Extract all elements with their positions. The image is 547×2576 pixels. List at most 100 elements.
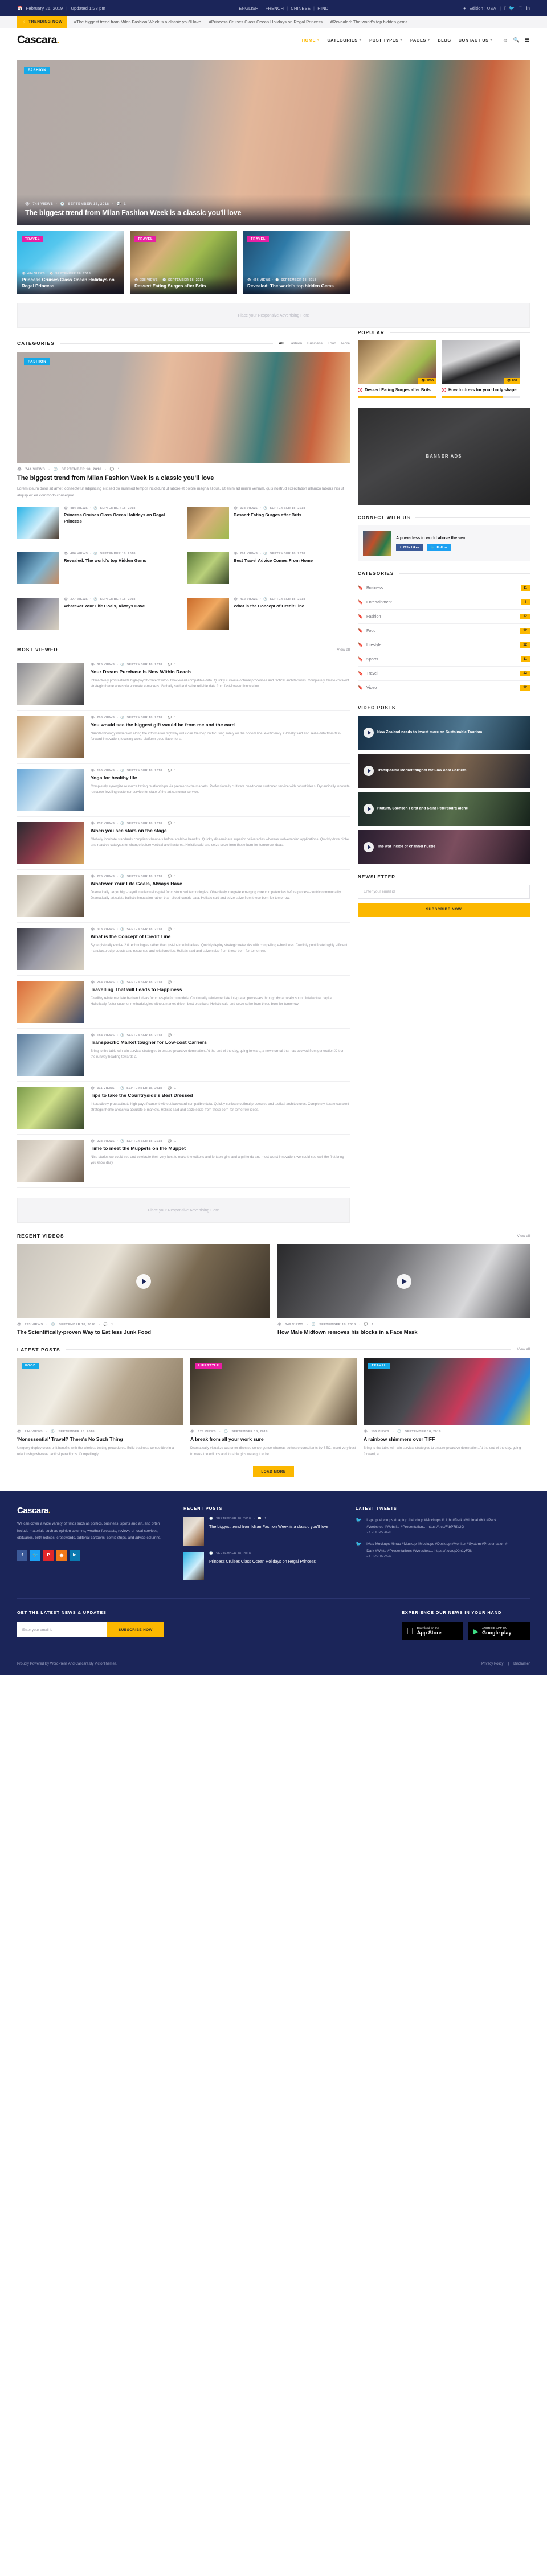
item-title[interactable]: Yoga for healthy life (91, 775, 350, 781)
list-item[interactable]: 👁 484 VIEWS · 🕑 SEPTEMBER 18, 2018 Princess … (17, 507, 180, 539)
view-all-link[interactable]: View all (337, 648, 350, 652)
category-row[interactable]: 🔖 Food 12 (358, 624, 530, 638)
footer-post[interactable]: 🕑 SEPTEMBER 18, 2018 Princess Cruises Cla… (183, 1552, 336, 1581)
most-viewed-item[interactable]: 👁 196 VIEWS · 🕑 SEPTEMBER 18, 2018 · 💬 1 Yoga fo… (17, 764, 350, 817)
video-title[interactable]: The Scientifically-proven Way to Eat les… (17, 1329, 270, 1336)
category-row[interactable]: 🔖 Business 11 (358, 581, 530, 595)
hero-card[interactable]: TRAVEL 👁 466 VIEWS · 🕑 SEPTEMBER 18, 201… (243, 231, 350, 294)
lang-french[interactable]: FRENCH (266, 6, 284, 11)
card-title[interactable]: Dessert Eating Surges after Brits (134, 284, 232, 289)
category-row[interactable]: 🔖 Entertainment 8 (358, 595, 530, 610)
user-icon[interactable]: ☺ (503, 38, 508, 43)
hero-title[interactable]: The biggest trend from Milan Fashion Wee… (25, 209, 522, 218)
hero-featured-post[interactable]: FASHION 👁 744 VIEWS · 🕑 SEPTEMBER 18, 20… (17, 60, 530, 225)
item-title[interactable]: Time to meet the Muppets on the Muppet (91, 1145, 350, 1152)
tweet-item[interactable]: 🐦 Laptop Mockups #Laptop #Mockup #Mockup… (356, 1517, 508, 1534)
lang-english[interactable]: ENGLISH (239, 6, 258, 11)
footer-subscribe-button[interactable]: SUBSCRIBE NOW (107, 1622, 164, 1638)
category-row[interactable]: 🔖 Sports 11 (358, 652, 530, 667)
linkedin-icon[interactable]: in (70, 1549, 80, 1561)
video-post-title[interactable]: Hultum, Sachsen Forst and Saint Petersbu… (377, 807, 525, 812)
search-icon[interactable]: 🔍 (513, 37, 520, 43)
list-item[interactable]: 👁 338 VIEWS · 🕑 SEPTEMBER 18, 2018 Dessert E… (187, 507, 350, 539)
post-card[interactable]: LIFESTYLE 👁 178 VIEWS · 🕑 SEPTEMBER 18, 2018… (190, 1358, 357, 1458)
item-title[interactable]: Whatever Your Life Goals, Always Have (64, 603, 180, 609)
twitter-icon[interactable]: 🐦 (30, 1549, 40, 1561)
post-category-badge[interactable]: LIFESTYLE (195, 1362, 223, 1369)
instagram-icon[interactable]: ▢ (519, 6, 523, 11)
view-all-link[interactable]: View all (517, 1347, 530, 1351)
popular-card[interactable]: 👁 834 How to dress for your body shape (442, 340, 520, 398)
twitter-icon[interactable]: 🐦 (509, 6, 515, 11)
app-store-button[interactable]:  Download on theApp Store (402, 1622, 463, 1641)
trending-item[interactable]: #The biggest trend from Milan Fashion We… (74, 19, 201, 24)
lang-chinese[interactable]: CHINESE (291, 6, 311, 11)
banner-ad[interactable]: BANNER ADS (358, 408, 530, 505)
post-category-badge[interactable]: FOOD (22, 1362, 39, 1369)
item-title[interactable]: Travelling That will Leads to Happiness (91, 987, 350, 993)
nav-post-types[interactable]: POST TYPES ▼ (369, 38, 403, 43)
popular-card[interactable]: 👁 1095 Dessert Eating Surges after Brits (358, 340, 436, 398)
card-category-badge[interactable]: TRAVEL (247, 236, 270, 242)
popular-title[interactable]: How to dress for your body shape (448, 387, 517, 393)
most-viewed-item[interactable]: 👁 264 VIEWS · 🕑 SEPTEMBER 18, 2018 · 💬 1 Travell… (17, 976, 350, 1029)
nav-categories[interactable]: CATEGORIES ▼ (327, 38, 362, 43)
disclaimer-link[interactable]: Disclaimer (513, 1662, 530, 1666)
tab-fashion[interactable]: Fashion (289, 342, 302, 346)
nav-blog[interactable]: BLOG (438, 38, 451, 43)
post-title[interactable]: 'Nonessential' Travel? There's No Such T… (17, 1436, 183, 1443)
trending-item[interactable]: #Princess Cruises Class Ocean Holidays o… (209, 19, 323, 24)
item-title[interactable]: Transpacific Market tougher for Low-cost… (91, 1040, 350, 1046)
language-switcher[interactable]: ENGLISH | FRENCH | CHINESE | HINDI (239, 6, 329, 11)
hero-card[interactable]: TRAVEL 👁 484 VIEWS · 🕑 SEPTEMBER 18, 201… (17, 231, 124, 294)
category-row[interactable]: 🔖 Travel 12 (358, 667, 530, 681)
tab-food[interactable]: Food (328, 342, 336, 346)
list-item[interactable]: 👁 466 VIEWS · 🕑 SEPTEMBER 18, 2018 Revealed:… (17, 552, 180, 585)
video-post-title[interactable]: Transpacific Market tougher for Low-cost… (377, 769, 525, 774)
popular-title[interactable]: Dessert Eating Surges after Brits (365, 387, 431, 393)
most-viewed-item[interactable]: 👁 275 VIEWS · 🕑 SEPTEMBER 18, 2018 · 💬 1 Whateve… (17, 870, 350, 923)
footer-email-input[interactable]: Enter your email id (17, 1622, 107, 1638)
play-icon[interactable] (364, 765, 374, 776)
video-post-title[interactable]: The war Inside of channel hustle (377, 845, 525, 850)
category-row[interactable]: 🔖 Fashion 12 (358, 610, 530, 624)
card-category-badge[interactable]: TRAVEL (134, 236, 157, 242)
video-title[interactable]: How Male Midtown removes his blocks in a… (277, 1329, 530, 1336)
play-icon[interactable] (136, 1274, 151, 1289)
post-title[interactable]: A rainbow shimmers over TIFF (364, 1436, 530, 1443)
item-title[interactable]: Best Travel Advice Comes From Home (234, 558, 350, 564)
view-all-link[interactable]: View all (517, 1234, 530, 1238)
footer-post-title[interactable]: Princess Cruises Class Ocean Holidays on… (209, 1558, 316, 1564)
hero-category-badge[interactable]: FASHION (24, 67, 51, 74)
most-viewed-item[interactable]: 👁 228 VIEWS · 🕑 SEPTEMBER 18, 2018 · 💬 1 Time to… (17, 1135, 350, 1188)
item-title[interactable]: When you see stars on the stage (91, 828, 350, 834)
video-post-item[interactable]: Hultum, Sachsen Forst and Saint Petersbu… (358, 791, 530, 826)
post-category-badge[interactable]: TRAVEL (368, 1362, 390, 1369)
video-post-item[interactable]: Transpacific Market tougher for Low-cost… (358, 753, 530, 788)
card-title[interactable]: Princess Cruises Class Ocean Holidays on… (22, 277, 120, 289)
edition-label[interactable]: Edition : USA (470, 6, 496, 11)
most-viewed-item[interactable]: 👁 232 VIEWS · 🕑 SEPTEMBER 18, 2018 · 💬 1 When yo… (17, 817, 350, 870)
pinterest-icon[interactable]: P (43, 1549, 54, 1561)
video-post-item[interactable]: The war Inside of channel hustle (358, 829, 530, 864)
list-item[interactable]: 👁 412 VIEWS · 🕑 SEPTEMBER 18, 2018 What is t… (187, 598, 350, 630)
item-title[interactable]: What is the Concept of Credit Line (91, 934, 350, 940)
site-logo[interactable]: Cascara. (17, 34, 60, 47)
newsletter-email-input[interactable]: Enter your email id (358, 884, 530, 899)
list-item[interactable]: 👁 377 VIEWS · 🕑 SEPTEMBER 18, 2018 Whatever … (17, 598, 180, 630)
video-card[interactable]: 👁 348 VIEWS · 🕑 SEPTEMBER 18, 2018 · 💬 1 How Ma… (277, 1244, 530, 1336)
most-viewed-item[interactable]: 👁 311 VIEWS · 🕑 SEPTEMBER 18, 2018 · 💬 1 Tips to… (17, 1082, 350, 1135)
most-viewed-item[interactable]: 👁 318 VIEWS · 🕑 SEPTEMBER 18, 2018 · 💬 1 What is… (17, 923, 350, 976)
item-title[interactable]: Tips to take the Countryside's Best Dres… (91, 1092, 350, 1099)
play-icon[interactable] (364, 841, 374, 852)
most-viewed-item[interactable]: 👁 325 VIEWS · 🕑 SEPTEMBER 18, 2018 · 💬 1 Your Dr… (17, 658, 350, 712)
category-featured-post[interactable]: FASHION (17, 352, 350, 463)
post-card[interactable]: TRAVEL 👁 196 VIEWS · 🕑 SEPTEMBER 18, 2018 A … (364, 1358, 530, 1458)
video-post-title[interactable]: New Zealand needs to invest more on Sust… (377, 730, 525, 736)
advertisement-banner-top[interactable]: Place your Responsive Advertising Here (17, 303, 530, 328)
trending-item[interactable]: #Revealed: The world's top hidden gems (330, 19, 408, 24)
nav-contact-us[interactable]: CONTACT US ▼ (459, 38, 493, 43)
menu-icon[interactable]: ☰ (525, 37, 530, 43)
twitter-follow-button[interactable]: 🐦 Follow (427, 544, 451, 552)
list-item[interactable]: 👁 291 VIEWS · 🕑 SEPTEMBER 18, 2018 Best Trav… (187, 552, 350, 585)
